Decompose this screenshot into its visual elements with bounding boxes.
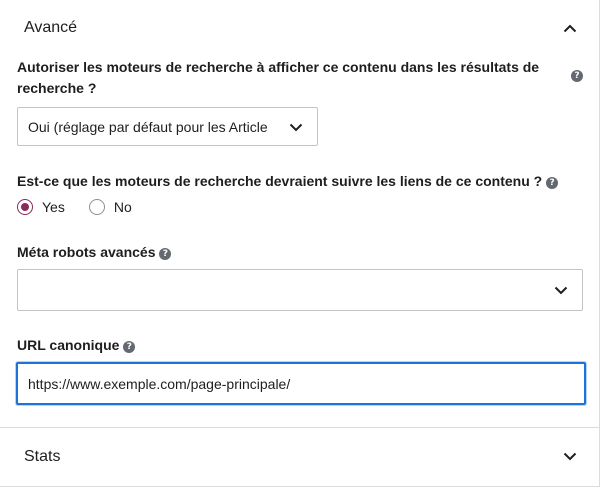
chevron-down-icon [563, 452, 577, 461]
help-icon[interactable]: ? [571, 70, 583, 82]
chevron-up-icon [563, 24, 577, 33]
follow-no-option[interactable]: No [88, 199, 132, 215]
follow-yes-label: Yes [42, 199, 65, 215]
follow-no-radio[interactable] [88, 199, 105, 215]
help-icon[interactable]: ? [546, 177, 559, 189]
stats-section-title: Stats [24, 447, 61, 465]
chevron-down-icon [554, 282, 568, 298]
follow-links-label-text: Est-ce que les moteurs de recherche devr… [17, 173, 543, 189]
advanced-section-title: Avancé [24, 19, 78, 36]
allow-index-select[interactable]: Oui (réglage par défaut pour les Article [17, 107, 318, 146]
allow-index-label: Autoriser les moteurs de recherche à aff… [17, 59, 540, 96]
follow-links-radio-group: Yes No [17, 199, 132, 215]
follow-links-label: Est-ce que les moteurs de recherche devr… [17, 171, 559, 192]
canonical-url-input[interactable] [16, 362, 586, 405]
follow-yes-radio[interactable] [17, 199, 33, 215]
meta-robots-select[interactable] [17, 269, 583, 311]
stats-section-toggle[interactable]: Stats [0, 428, 599, 485]
canonical-url-label: URL canonique ? [17, 335, 136, 356]
allow-index-selected-value: Oui (réglage par défaut pour les Article [28, 118, 268, 135]
help-icon[interactable]: ? [123, 341, 136, 353]
follow-no-label: No [113, 199, 132, 215]
canonical-url-label-text: URL canonique [17, 337, 120, 353]
help-icon[interactable]: ? [159, 248, 172, 260]
chevron-down-icon [289, 119, 303, 135]
meta-robots-label: Méta robots avancés ? [17, 242, 172, 263]
advanced-section-toggle[interactable]: Avancé [0, 1, 599, 55]
meta-robots-label-text: Méta robots avancés [17, 244, 156, 260]
follow-yes-option[interactable]: Yes [17, 199, 65, 215]
seo-settings-panel: Avancé Autoriser les moteurs de recherch… [0, 0, 600, 487]
